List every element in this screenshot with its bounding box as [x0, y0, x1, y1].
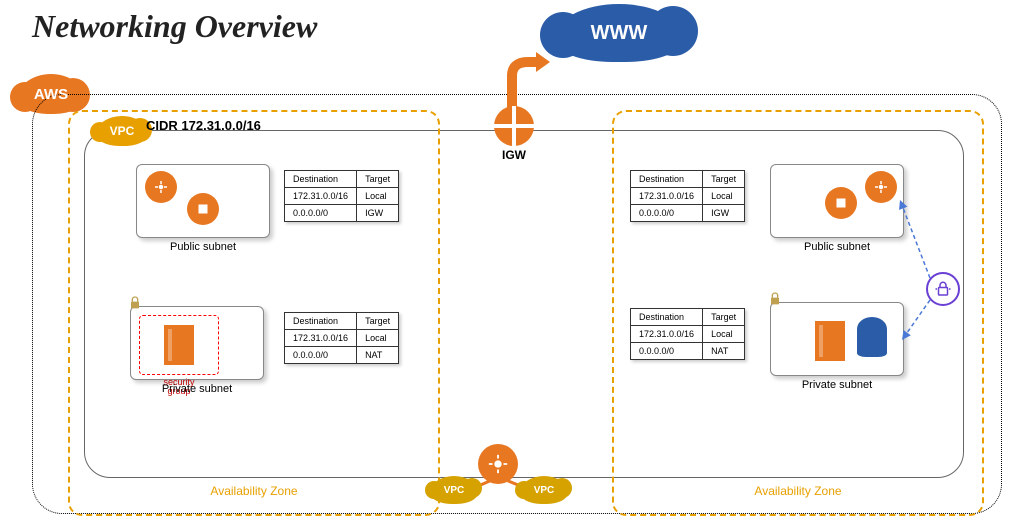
vpc-router-icon [478, 444, 518, 484]
vpc-label: VPC [110, 124, 135, 138]
internet-gateway-icon: IGW [494, 106, 534, 146]
igw-label: IGW [502, 148, 526, 162]
peer-vpc-a-icon: VPC [430, 476, 478, 504]
vpc-cidr: CIDR 172.31.0.0/16 [146, 118, 261, 133]
peer-vpc-a-label: VPC [444, 485, 465, 496]
network-acl-icon [926, 272, 960, 306]
aws-label: AWS [34, 86, 68, 103]
peer-vpc-b-icon: VPC [520, 476, 568, 504]
arrow-to-www-icon [490, 48, 550, 112]
vpc-cloud-icon: VPC [96, 116, 148, 146]
peer-vpc-b-label: VPC [534, 485, 555, 496]
